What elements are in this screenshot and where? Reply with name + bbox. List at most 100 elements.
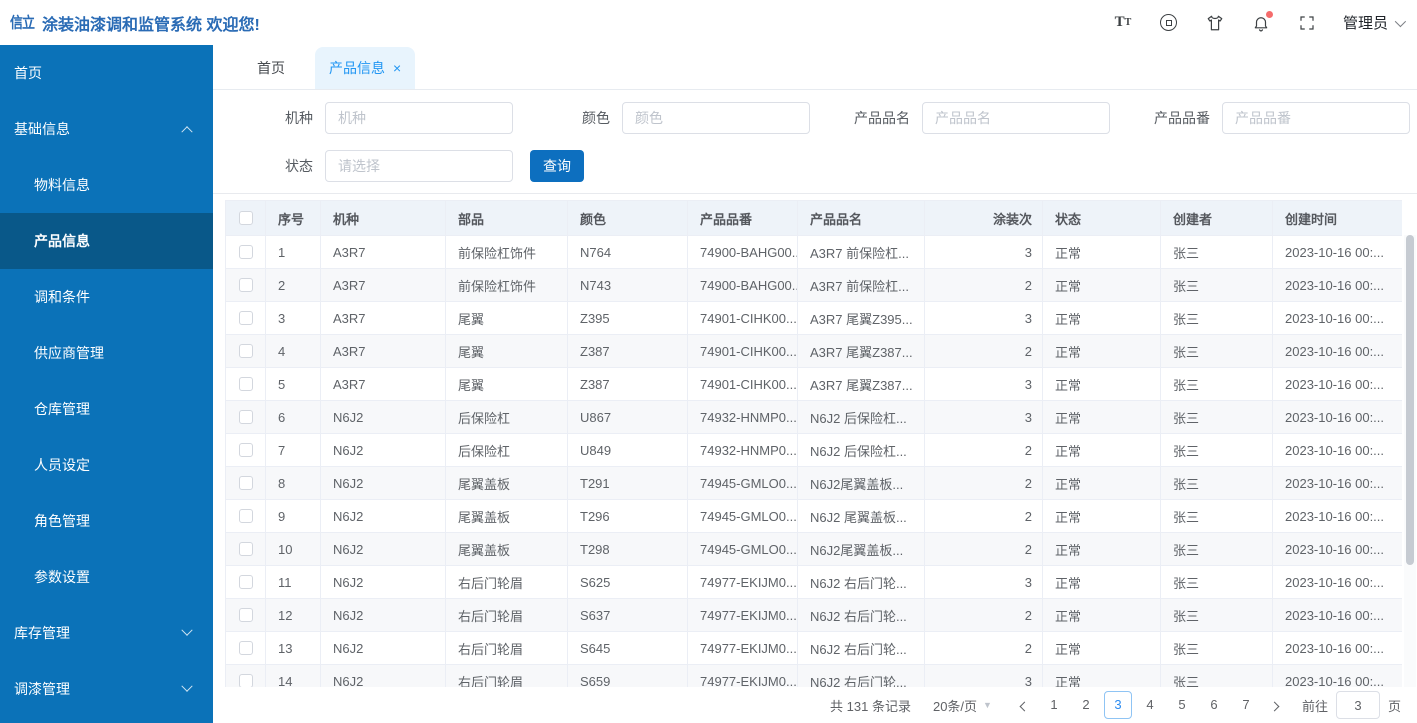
table-cell: 右后门轮眉 [446, 599, 568, 631]
table-cell: 12 [266, 599, 321, 631]
notification-bell-icon[interactable] [1251, 10, 1273, 33]
sidebar-item-调和条件[interactable]: 调和条件 [0, 269, 213, 325]
tab-bar: 首页 产品信息 × [213, 45, 1417, 90]
table-cell: 74977-EKIJM0... [688, 665, 798, 687]
row-checkbox[interactable] [238, 674, 253, 687]
filter-group-color: 颜色 [550, 102, 810, 134]
table-cell: 尾翼盖板 [446, 467, 568, 499]
page-size-select[interactable]: 20条/页 ▼ [933, 696, 992, 715]
machine-input[interactable] [325, 102, 513, 134]
row-checkbox[interactable] [238, 410, 253, 424]
table-cell: N6J2 尾翼盖板... [798, 500, 925, 532]
table-cell: 3 [266, 302, 321, 334]
coin-icon[interactable] [1159, 13, 1179, 33]
page-number-3[interactable]: 3 [1103, 691, 1132, 719]
sidebar-item-物料信息[interactable]: 物料信息 [0, 157, 213, 213]
row-checkbox[interactable] [238, 608, 253, 622]
next-page-button[interactable] [1262, 698, 1288, 713]
total-records: 共 131 条记录 [830, 698, 911, 714]
table-cell: 3 [925, 302, 1043, 334]
product-number-input[interactable] [1222, 102, 1410, 134]
checkbox-cell [226, 533, 266, 565]
table-cell: 7 [266, 434, 321, 466]
row-checkbox[interactable] [238, 344, 253, 358]
table-cell: 2 [925, 269, 1043, 301]
theme-shirt-icon[interactable] [1205, 13, 1225, 33]
table-cell: 6 [266, 401, 321, 433]
status-select[interactable] [325, 150, 513, 182]
page-number-1[interactable]: 1 [1040, 691, 1068, 719]
table-row: 6 N6J2 后保险杠 U867 74932-HNMP0... N6J2 后保险杠... 3… [226, 401, 1402, 434]
sidebar-item-label: 库存管理 [14, 625, 70, 641]
page-number-2[interactable]: 2 [1072, 691, 1100, 719]
table-cell: N6J2 [321, 665, 446, 687]
table-cell: 正常 [1043, 269, 1161, 301]
table-cell: 74901-CIHK00... [688, 368, 798, 400]
sidebar-item-供应商管理[interactable]: 供应商管理 [0, 325, 213, 381]
column-header: 状态 [1043, 201, 1161, 235]
page-number-5[interactable]: 5 [1168, 691, 1196, 719]
row-checkbox[interactable] [238, 443, 253, 457]
table-cell: N743 [568, 269, 688, 301]
color-input[interactable] [622, 102, 810, 134]
filter-group-status: 状态 [253, 150, 513, 182]
table-cell: N6J2 右后门轮... [798, 599, 925, 631]
row-checkbox[interactable] [238, 377, 253, 391]
table-header-row: 序号 机种 部品 颜色 产品品番 产品品名 涂装次 状态 创建者 创建时间 [226, 201, 1402, 236]
table-cell: 9 [266, 500, 321, 532]
goto-page-input[interactable] [1335, 691, 1380, 719]
table-cell: 张三 [1161, 500, 1273, 532]
sidebar-item-角色管理[interactable]: 角色管理 [0, 493, 213, 549]
row-checkbox[interactable] [238, 575, 253, 589]
table-cell: S625 [568, 566, 688, 598]
scrollbar-thumb[interactable] [1406, 235, 1414, 565]
select-all-checkbox[interactable] [238, 211, 253, 225]
table-row: 4 A3R7 尾翼 Z387 74901-CIHK00... A3R7 尾翼Z387...… [226, 335, 1402, 368]
table-cell: U867 [568, 401, 688, 433]
tab-产品信息[interactable]: 产品信息 × [315, 47, 416, 89]
row-checkbox[interactable] [238, 311, 253, 325]
table-cell: N6J2 [321, 467, 446, 499]
sidebar-item-调漆管理[interactable]: 调漆管理 [0, 661, 213, 717]
page-number-7[interactable]: 7 [1232, 691, 1260, 719]
checkbox-cell [226, 467, 266, 499]
column-header: 颜色 [568, 201, 688, 235]
row-checkbox[interactable] [238, 542, 253, 556]
tab-close-icon[interactable]: × [393, 61, 401, 75]
table-cell: A3R7 [321, 236, 446, 268]
table-cell: 2 [925, 500, 1043, 532]
row-checkbox[interactable] [238, 509, 253, 523]
checkbox-cell [226, 401, 266, 433]
sidebar-item-人员设定[interactable]: 人员设定 [0, 437, 213, 493]
page-number-6[interactable]: 6 [1200, 691, 1228, 719]
table-cell: A3R7 尾翼Z395... [798, 302, 925, 334]
row-checkbox[interactable] [238, 245, 253, 259]
table-cell: A3R7 [321, 335, 446, 367]
row-checkbox[interactable] [238, 476, 253, 490]
user-menu[interactable]: 管理员 [1343, 12, 1407, 33]
tab-首页[interactable]: 首页 [243, 47, 299, 89]
table-row: 8 N6J2 尾翼盖板 T291 74945-GMLO0... N6J2尾翼盖板... 2 正… [226, 467, 1402, 500]
row-checkbox[interactable] [238, 641, 253, 655]
vertical-scrollbar[interactable] [1404, 235, 1416, 687]
column-header: 产品品番 [688, 201, 798, 235]
table-cell: 3 [925, 401, 1043, 433]
table-cell: A3R7 尾翼Z387... [798, 335, 925, 367]
row-checkbox[interactable] [238, 278, 253, 292]
product-name-input[interactable] [922, 102, 1110, 134]
search-button[interactable]: 查询 [530, 150, 584, 182]
font-size-icon[interactable]: TT [1113, 13, 1133, 33]
page-number-4[interactable]: 4 [1136, 691, 1164, 719]
sidebar-item-基础信息[interactable]: 基础信息 [0, 101, 213, 157]
sidebar-item-仓库管理[interactable]: 仓库管理 [0, 381, 213, 437]
table-cell: N6J2 [321, 533, 446, 565]
sidebar-item-首页[interactable]: 首页 [0, 45, 213, 101]
sidebar-item-库存管理[interactable]: 库存管理 [0, 605, 213, 661]
sidebar-item-参数设置[interactable]: 参数设置 [0, 549, 213, 605]
fullscreen-icon[interactable] [1297, 13, 1317, 33]
brand: 信立 涂装油漆调和监管系统 欢迎您! [10, 11, 260, 35]
table-cell: Z387 [568, 335, 688, 367]
sidebar-item-产品信息[interactable]: 产品信息 [0, 213, 213, 269]
prev-page-button[interactable] [1012, 698, 1038, 713]
table-cell: 74945-GMLO0... [688, 533, 798, 565]
